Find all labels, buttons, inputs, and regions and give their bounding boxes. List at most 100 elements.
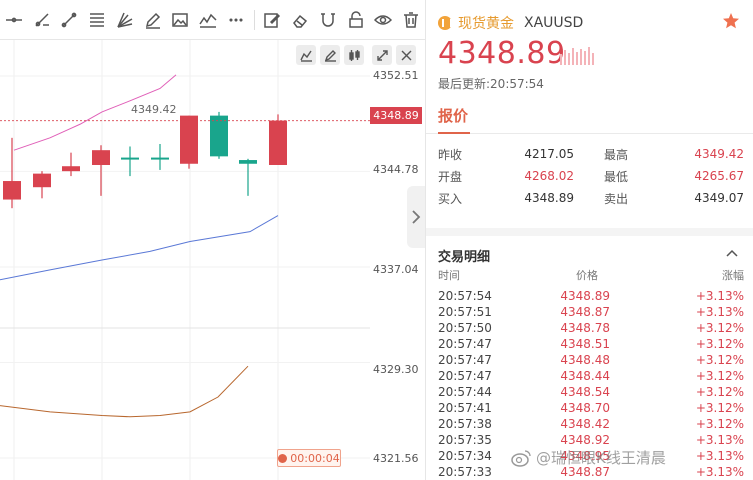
eraser-icon[interactable] <box>286 0 314 40</box>
trade-change: +3.12% <box>695 353 744 367</box>
candle-body <box>33 173 51 188</box>
quote-row: 买入 4348.89 卖出 4349.07 <box>438 187 744 209</box>
candle[interactable] <box>92 145 110 196</box>
image-tool-icon[interactable] <box>166 0 194 40</box>
quote-panel: 现货黄金 XAUUSD 4348.89 最后更新:20:57:54 报价 昨收 4… <box>425 0 753 480</box>
quote-value: 4217.05 <box>524 147 574 161</box>
quote-label: 开盘 <box>438 169 463 184</box>
candle-body <box>151 157 169 160</box>
header-price: 价格 <box>576 269 598 282</box>
candle[interactable] <box>180 115 198 169</box>
candle-body <box>239 160 257 164</box>
panel-collapse-handle[interactable] <box>407 186 425 248</box>
quote-label: 最低 <box>604 169 629 184</box>
fan-tool-icon[interactable] <box>111 0 139 40</box>
symbol-header: 现货黄金 XAUUSD <box>438 13 583 33</box>
favorite-star-icon[interactable] <box>722 12 740 30</box>
trade-row: 20:57:47 4348.44 +3.12% <box>438 369 744 385</box>
watermark-text: @瑞恒眼K线王清晨 <box>536 449 666 467</box>
trade-time: 20:57:54 <box>438 289 492 303</box>
trade-price: 4348.70 <box>560 401 610 415</box>
y-axis-label-4: 4329.30 <box>373 363 419 376</box>
trade-price: 4348.44 <box>560 369 610 383</box>
fibonacci-tool-icon[interactable] <box>83 0 111 40</box>
trade-row: 20:57:47 4348.51 +3.12% <box>438 337 744 353</box>
trade-change: +3.13% <box>695 289 744 303</box>
quote-value: 4349.42 <box>694 147 744 161</box>
candle-body <box>180 115 198 164</box>
tab-quote[interactable]: 报价 <box>438 105 468 126</box>
trade-price: 4348.78 <box>560 321 610 335</box>
trade-change: +3.12% <box>695 417 744 431</box>
trades-title: 交易明细 <box>438 250 491 265</box>
high-marker-label: 4349.42 <box>131 103 177 116</box>
trade-change: +3.13% <box>695 433 744 447</box>
magnet-icon[interactable] <box>314 0 342 40</box>
trade-time: 20:57:47 <box>438 337 492 351</box>
candle-body <box>62 166 80 172</box>
more-tools-icon[interactable] <box>222 0 250 40</box>
trade-row: 20:57:47 4348.48 +3.12% <box>438 353 744 369</box>
trend-line-tool-icon[interactable] <box>55 0 83 40</box>
close-chart-button[interactable] <box>396 45 416 65</box>
chevron-right-icon <box>412 210 421 224</box>
watermark: @瑞恒眼K线王清晨 <box>510 447 666 468</box>
wave-tool-icon[interactable] <box>194 0 222 40</box>
trade-row: 20:57:54 4348.89 +3.13% <box>438 289 744 305</box>
trade-change: +3.12% <box>695 337 744 351</box>
candle-body <box>121 157 139 160</box>
y-axis-label-5: 4321.56 <box>373 452 419 465</box>
trade-time: 20:57:47 <box>438 353 492 367</box>
trade-price: 4348.51 <box>560 337 610 351</box>
moving-average-line <box>0 215 279 281</box>
edit-indicator-button[interactable] <box>320 45 340 65</box>
quote-label: 买入 <box>438 191 463 206</box>
moving-average-line <box>0 365 249 418</box>
ray-line-tool-icon[interactable] <box>28 0 56 40</box>
edit-icon[interactable] <box>259 0 287 40</box>
candle[interactable] <box>62 152 80 177</box>
trade-price: 4348.48 <box>560 353 610 367</box>
trash-icon[interactable] <box>397 0 425 40</box>
trade-change: +3.13% <box>695 305 744 319</box>
trade-change: +3.12% <box>695 385 744 399</box>
candle[interactable] <box>239 158 257 196</box>
lock-icon[interactable] <box>342 0 370 40</box>
header-change: 涨幅 <box>722 269 744 282</box>
chart-grid <box>0 40 370 480</box>
pen-tool-icon[interactable] <box>139 0 167 40</box>
trade-time: 20:57:35 <box>438 433 492 447</box>
quote-value: 4349.07 <box>694 191 744 205</box>
trade-row: 20:57:51 4348.87 +3.13% <box>438 305 744 321</box>
trade-time: 20:57:38 <box>438 417 492 431</box>
trade-time: 20:57:34 <box>438 449 492 463</box>
fullscreen-button[interactable] <box>372 45 392 65</box>
trade-time: 20:57:47 <box>438 369 492 383</box>
moving-average-lines <box>0 74 279 418</box>
trade-change: +3.12% <box>695 321 744 335</box>
trade-change: +3.12% <box>695 401 744 415</box>
active-tab-indicator <box>438 132 470 134</box>
trade-time: 20:57:44 <box>438 385 492 399</box>
symbol-name: 现货黄金 <box>458 16 514 32</box>
current-price-tag: 4348.89 <box>370 107 422 124</box>
quote-label: 昨收 <box>438 147 463 162</box>
candlestick-chart[interactable] <box>0 40 425 480</box>
drawing-toolbar <box>0 0 425 40</box>
candle[interactable] <box>269 114 287 165</box>
y-axis-label-3: 4337.04 <box>373 263 419 276</box>
trade-change: +3.12% <box>695 369 744 383</box>
y-axis-label-2: 4344.78 <box>373 163 419 176</box>
quote-row: 开盘 4268.02 最低 4265.67 <box>438 165 744 187</box>
horizontal-line-tool-icon[interactable] <box>0 0 28 40</box>
chevron-up-icon[interactable] <box>726 248 738 258</box>
candle[interactable] <box>210 111 228 159</box>
candle[interactable] <box>151 144 169 170</box>
trade-row: 20:57:44 4348.54 +3.12% <box>438 385 744 401</box>
candle-body <box>269 120 287 165</box>
trade-time: 20:57:50 <box>438 321 492 335</box>
candle[interactable] <box>33 171 51 199</box>
chart-type-button[interactable] <box>296 45 316 65</box>
eye-icon[interactable] <box>370 0 398 40</box>
candle-style-button[interactable] <box>344 45 364 65</box>
